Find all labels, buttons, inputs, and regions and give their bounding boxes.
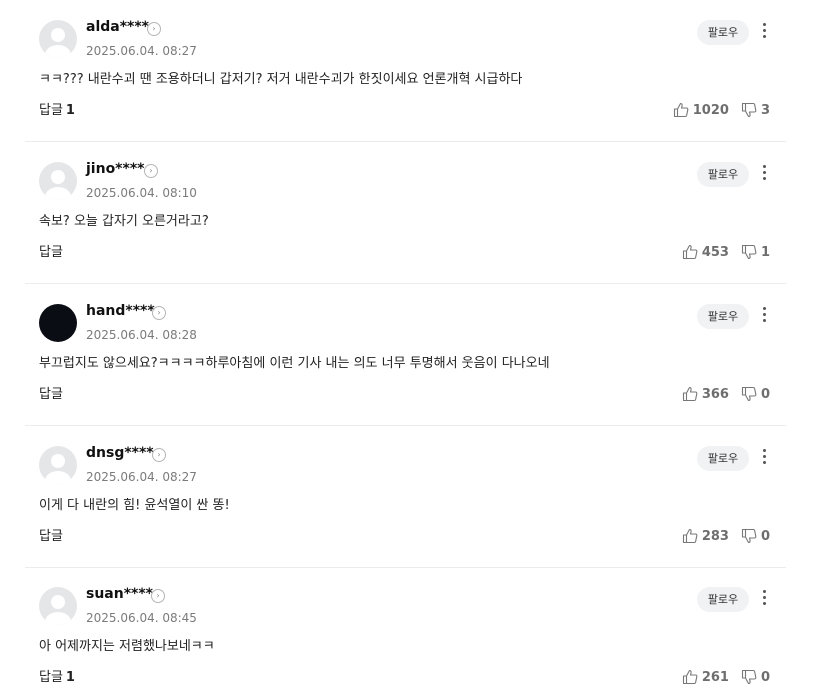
timestamp: 2025.06.04. 08:45: [86, 611, 197, 625]
thumbs-up-icon: [682, 528, 698, 544]
reply-button[interactable]: 답글: [39, 528, 63, 546]
dislike-count: 0: [760, 528, 770, 544]
more-options-icon[interactable]: [759, 587, 769, 611]
reply-count: 1: [65, 103, 75, 118]
more-options-icon[interactable]: [759, 162, 769, 186]
like-count: 453: [701, 244, 729, 260]
follow-button[interactable]: 팔로우: [697, 446, 749, 471]
reply-label: 답글: [39, 103, 63, 118]
reply-button[interactable]: 답글 1: [39, 102, 75, 120]
chevron-right-icon[interactable]: ›: [151, 589, 165, 603]
dark-avatar[interactable]: [39, 304, 77, 342]
comment-item: suan**** › 2025.06.04. 08:45 팔로우 아 어제까지는…: [25, 567, 786, 691]
dislike-button[interactable]: 0: [741, 669, 770, 685]
timestamp: 2025.06.04. 08:10: [86, 186, 197, 200]
vote-bar: 261 0: [670, 667, 770, 687]
more-options-icon[interactable]: [759, 446, 769, 470]
thumbs-down-icon: [741, 244, 757, 260]
follow-button[interactable]: 팔로우: [697, 162, 749, 187]
username[interactable]: dnsg****: [86, 444, 154, 462]
comment-text: 이게 다 내란의 힘! 윤석열이 싼 똥!: [39, 498, 230, 513]
follow-button[interactable]: 팔로우: [697, 304, 749, 329]
dislike-count: 3: [760, 102, 770, 118]
thumbs-down-icon: [741, 386, 757, 402]
like-button[interactable]: 261: [682, 669, 729, 685]
comment-item: alda**** › 2025.06.04. 08:27 팔로우 ㅋㅋ??? 내…: [25, 0, 786, 142]
reply-button[interactable]: 답글 1: [39, 669, 75, 687]
chevron-right-icon[interactable]: ›: [152, 448, 166, 462]
comment-item: jino**** › 2025.06.04. 08:10 팔로우 속보? 오늘 …: [25, 142, 786, 284]
comment-text: ㅋㅋ??? 내란수괴 땐 조용하더니 갑저기? 저거 내란수괴가 한짓이세요 언…: [39, 72, 523, 87]
default-avatar-icon[interactable]: [39, 587, 77, 625]
thumbs-up-icon: [682, 386, 698, 402]
comment-text: 부끄럽지도 않으세요?ㅋㅋㅋㅋ하루아침에 이런 기사 내는 의도 너무 투명해서…: [39, 356, 550, 371]
username[interactable]: alda****: [86, 18, 149, 36]
default-avatar-icon[interactable]: [39, 162, 77, 200]
default-avatar-icon[interactable]: [39, 20, 77, 58]
username[interactable]: hand****: [86, 302, 155, 320]
like-count: 1020: [692, 102, 729, 118]
reply-label: 답글: [39, 670, 63, 685]
timestamp: 2025.06.04. 08:27: [86, 44, 197, 58]
reply-button[interactable]: 답글: [39, 244, 63, 262]
dislike-button[interactable]: 1: [741, 244, 770, 260]
comment-item: hand**** › 2025.06.04. 08:28 팔로우 부끄럽지도 않…: [25, 284, 786, 426]
comment-text: 속보? 오늘 갑자기 오른거라고?: [39, 214, 209, 229]
dislike-count: 0: [760, 669, 770, 685]
like-button[interactable]: 283: [682, 528, 729, 544]
more-options-icon[interactable]: [759, 304, 769, 328]
thumbs-down-icon: [741, 102, 757, 118]
comment-list: alda**** › 2025.06.04. 08:27 팔로우 ㅋㅋ??? 내…: [0, 0, 825, 691]
like-button[interactable]: 366: [682, 386, 729, 402]
dislike-count: 1: [760, 244, 770, 260]
follow-button[interactable]: 팔로우: [697, 587, 749, 612]
dislike-button[interactable]: 0: [741, 528, 770, 544]
thumbs-down-icon: [741, 669, 757, 685]
dislike-button[interactable]: 3: [741, 102, 770, 118]
reply-button[interactable]: 답글: [39, 386, 63, 404]
like-button[interactable]: 453: [682, 244, 729, 260]
chevron-right-icon[interactable]: ›: [152, 306, 166, 320]
reply-label: 답글: [39, 387, 63, 402]
comment-text: 아 어제까지는 저렴했나보네ㅋㅋ: [39, 639, 215, 654]
like-button[interactable]: 1020: [673, 102, 729, 118]
chevron-right-icon[interactable]: ›: [147, 22, 161, 36]
reply-count: 1: [65, 670, 75, 685]
follow-button[interactable]: 팔로우: [697, 20, 749, 45]
more-options-icon[interactable]: [759, 20, 769, 44]
thumbs-up-icon: [682, 669, 698, 685]
reply-label: 답글: [39, 529, 63, 544]
username[interactable]: jino****: [86, 160, 144, 178]
vote-bar: 1020 3: [661, 100, 770, 120]
like-count: 366: [701, 386, 729, 402]
timestamp: 2025.06.04. 08:27: [86, 470, 197, 484]
dislike-button[interactable]: 0: [741, 386, 770, 402]
vote-bar: 283 0: [670, 526, 770, 546]
thumbs-up-icon: [673, 102, 689, 118]
thumbs-up-icon: [682, 244, 698, 260]
dislike-count: 0: [760, 386, 770, 402]
reply-label: 답글: [39, 245, 63, 260]
vote-bar: 366 0: [670, 384, 770, 404]
thumbs-down-icon: [741, 528, 757, 544]
default-avatar-icon[interactable]: [39, 446, 77, 484]
like-count: 261: [701, 669, 729, 685]
like-count: 283: [701, 528, 729, 544]
username[interactable]: suan****: [86, 585, 153, 603]
chevron-right-icon[interactable]: ›: [144, 164, 158, 178]
timestamp: 2025.06.04. 08:28: [86, 328, 197, 342]
vote-bar: 453 1: [670, 242, 770, 262]
comment-item: dnsg**** › 2025.06.04. 08:27 팔로우 이게 다 내란…: [25, 426, 786, 568]
